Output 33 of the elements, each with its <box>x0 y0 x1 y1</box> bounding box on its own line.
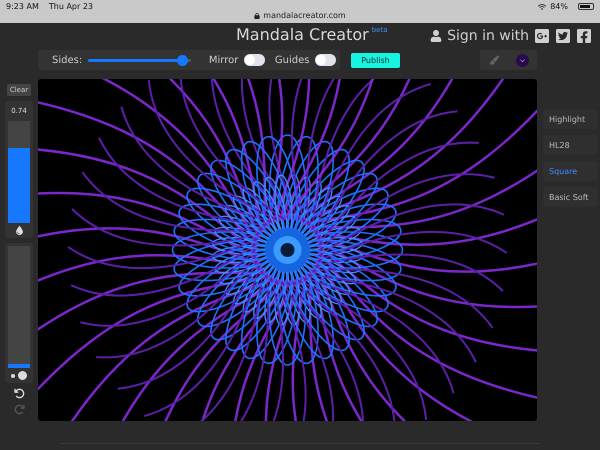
opacity-slider[interactable] <box>8 121 30 223</box>
app-title: Mandala Creator <box>236 25 369 44</box>
address-url[interactable]: mandalacreator.com <box>263 11 346 20</box>
sides-slider[interactable] <box>88 54 191 66</box>
guides-label: Guides <box>274 54 310 66</box>
size-slider[interactable] <box>8 246 30 368</box>
publish-button[interactable]: Publish <box>351 52 400 68</box>
twitter-icon[interactable] <box>555 28 571 44</box>
lock-icon <box>254 12 260 18</box>
wifi-icon <box>538 2 546 10</box>
sides-label: Sides: <box>52 54 82 66</box>
facebook-icon[interactable] <box>576 28 592 44</box>
status-time: 9:23 AM <box>6 2 39 11</box>
color-dropdown[interactable] <box>516 54 528 66</box>
mandala-drawing[interactable] <box>38 79 537 421</box>
google-plus-icon[interactable] <box>534 28 550 44</box>
user-icon <box>430 30 442 42</box>
chevron-down-icon <box>520 58 524 62</box>
undo-icon[interactable] <box>14 388 24 399</box>
size-dots-icon <box>11 371 27 380</box>
battery-percent: 84% <box>550 2 568 11</box>
brush-option[interactable]: HL28 <box>543 135 598 155</box>
battery-icon <box>578 3 594 10</box>
mirror-toggle[interactable] <box>244 54 265 66</box>
sign-in-text: Sign in with <box>447 28 529 44</box>
slider-thumb[interactable] <box>177 54 188 66</box>
brush-option[interactable]: Basic Soft <box>543 187 598 207</box>
brush-option[interactable]: Square <box>543 161 598 181</box>
status-date: Thu Apr 23 <box>48 2 94 11</box>
droplet-icon <box>14 226 24 235</box>
guides-toggle[interactable] <box>315 54 336 66</box>
brush-option[interactable]: Highlight <box>543 109 598 129</box>
mirror-label: Mirror <box>208 54 238 66</box>
